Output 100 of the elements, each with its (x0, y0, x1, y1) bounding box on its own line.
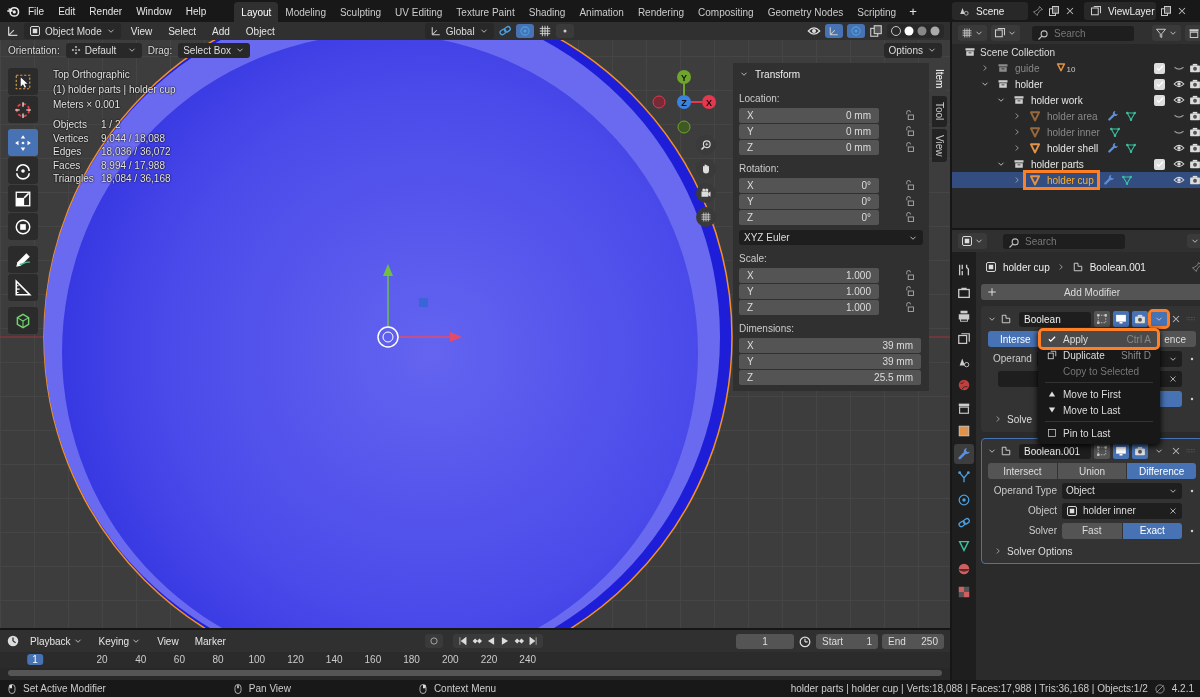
menu-item[interactable]: Add (206, 22, 236, 40)
menu-item[interactable]: Move to First (1041, 386, 1157, 402)
operation-button[interactable]: Intersect (988, 463, 1057, 479)
menu-item[interactable]: Keying (92, 632, 148, 650)
subpanel-title[interactable]: Solver Options (1007, 545, 1073, 557)
sidebar-tab[interactable]: View (932, 128, 947, 163)
sidebar-tab[interactable]: Tool (932, 96, 947, 127)
solver-button[interactable]: Exact (1122, 522, 1182, 539)
number-field[interactable]: X 0° (739, 177, 879, 193)
scene-statistics: holder parts | holder cup | Verts:18,088 | Faces:17,988 | Tris:36,168 | Objects:1/2 (790, 683, 1148, 694)
tree-item[interactable]: holder shell (1026, 141, 1102, 155)
stat-label: Faces (53, 158, 82, 173)
number-field[interactable]: Y 39 mm (739, 353, 921, 369)
solver-button[interactable]: Fast (1062, 522, 1122, 539)
transform-orientation-dropdown[interactable]: Default (65, 42, 142, 58)
menu-item[interactable]: Help (179, 2, 213, 20)
menu-item[interactable]: View (124, 22, 159, 40)
frame-number: 20 (96, 654, 108, 665)
status-hint: Pan View (248, 683, 291, 694)
menu-item[interactable]: Object (239, 22, 281, 40)
menu-item[interactable]: Marker (188, 632, 232, 650)
end-frame-field[interactable]: End 250 (882, 633, 944, 649)
breadcrumb-modifier: Boolean.001 (1089, 261, 1146, 273)
menu-item[interactable]: Render (83, 2, 129, 20)
playhead[interactable]: 1 (27, 654, 43, 665)
menu-item[interactable]: Move to Last (1041, 402, 1157, 418)
number-field[interactable]: Z 25.5 mm (739, 369, 921, 385)
tree-item[interactable]: holder (994, 77, 1046, 91)
view-layer-selector[interactable]: ViewLayer (1084, 2, 1156, 20)
tree-item[interactable]: holder inner (1026, 125, 1103, 139)
status-hint: Set Active Modifier (23, 683, 106, 694)
menu-item[interactable]: Window (130, 2, 178, 20)
tree-item[interactable]: holder area (1026, 109, 1101, 123)
menu-item[interactable]: File (22, 2, 51, 20)
search-field[interactable]: Search (1003, 233, 1125, 249)
tree-item[interactable]: holder work (1010, 93, 1086, 107)
axis-handle[interactable]: Z (677, 95, 691, 109)
current-frame-field[interactable]: 1 (736, 633, 794, 649)
add-workspace-button[interactable]: + (903, 1, 923, 22)
workspace-tab[interactable]: Texture Paint (449, 2, 522, 22)
workspace-tab[interactable]: Scripting (850, 2, 904, 22)
group-label: Scale: (739, 253, 768, 264)
object-field[interactable]: holder inner (1062, 502, 1182, 519)
workspace-tab[interactable]: Sculpting (332, 2, 389, 22)
start-frame-field[interactable]: Start 1 (816, 633, 878, 649)
field-label: Object (1027, 505, 1057, 516)
operation-button[interactable]: Union (1057, 463, 1127, 479)
menu-item[interactable]: Playback (24, 632, 89, 650)
name-field[interactable]: Boolean.001 (1019, 443, 1091, 459)
number-field[interactable]: Z 0 mm (739, 139, 879, 155)
operand-type-dropdown[interactable]: Object (1062, 482, 1182, 499)
number-field[interactable]: Y 0 mm (739, 123, 879, 139)
options-dropdown[interactable]: Options (883, 42, 942, 58)
rotation-mode-dropdown[interactable]: XYZ Euler (739, 230, 923, 245)
workspace-tab[interactable]: Geometry Nodes (760, 2, 851, 22)
frame-number: 240 (519, 654, 537, 665)
menu-item[interactable]: Pin to Last (1041, 425, 1157, 441)
subpanel-title[interactable]: Solve (1007, 413, 1032, 425)
stat-value: 8,994 / 17,988 (101, 158, 166, 173)
panel-title[interactable]: Transform (755, 68, 801, 80)
number-field[interactable]: X 0 mm (739, 107, 879, 123)
axis-handle[interactable]: X (702, 95, 716, 109)
tree-item[interactable]: holder parts (1010, 157, 1087, 171)
menu-item[interactable]: View (151, 632, 185, 650)
number-field[interactable]: X 1.000 (739, 267, 879, 283)
workspace-tab[interactable]: Compositing (691, 2, 761, 22)
status-hint: Context Menu (433, 683, 497, 694)
menu-item[interactable]: Duplicate Shift D (1041, 347, 1157, 363)
number-field[interactable]: Z 0° (739, 209, 879, 225)
workspace-tab[interactable]: Layout (234, 2, 279, 22)
search-field[interactable]: Search (1032, 25, 1134, 41)
mode-dropdown[interactable]: Object Mode (24, 23, 121, 39)
scene-selector[interactable]: Scene (952, 2, 1028, 20)
menu-item[interactable]: Edit (52, 2, 82, 20)
axis-handle[interactable]: Y (677, 70, 691, 84)
frame-number: 160 (364, 654, 382, 665)
frame-number: 100 (248, 654, 266, 665)
number-field[interactable]: Z 1.000 (739, 299, 879, 315)
menu-item[interactable]: Select (162, 22, 202, 40)
workspace-tab[interactable]: Modeling (278, 2, 333, 22)
workspace-tab[interactable]: UV Editing (388, 2, 450, 22)
menu-item[interactable]: Apply Ctrl A (1041, 331, 1157, 347)
name-field[interactable]: Boolean (1019, 311, 1091, 327)
frame-number: 40 (135, 654, 147, 665)
workspace-tab[interactable]: Shading (521, 2, 573, 22)
frame-number: 200 (441, 654, 459, 665)
group-label: Dimensions: (739, 323, 796, 334)
workspace-tab[interactable]: Rendering (630, 2, 692, 22)
tree-item[interactable]: Scene Collection (980, 46, 1056, 58)
add-modifier-button[interactable]: Add Modifier (981, 284, 1200, 300)
number-field[interactable]: X 39 mm (739, 337, 921, 353)
number-field[interactable]: Y 0° (739, 193, 879, 209)
operation-button[interactable]: Difference (1127, 463, 1196, 479)
frame-number: 120 (287, 654, 304, 665)
workspace-tab[interactable]: Animation (572, 2, 631, 22)
drag-dropdown[interactable]: Select Box (178, 42, 250, 58)
stat-value: 18,084 / 36,168 (101, 172, 172, 186)
number-field[interactable]: Y 1.000 (739, 283, 879, 299)
orientation-dropdown[interactable]: Global (424, 23, 494, 39)
tree-item[interactable]: guide (994, 61, 1043, 75)
